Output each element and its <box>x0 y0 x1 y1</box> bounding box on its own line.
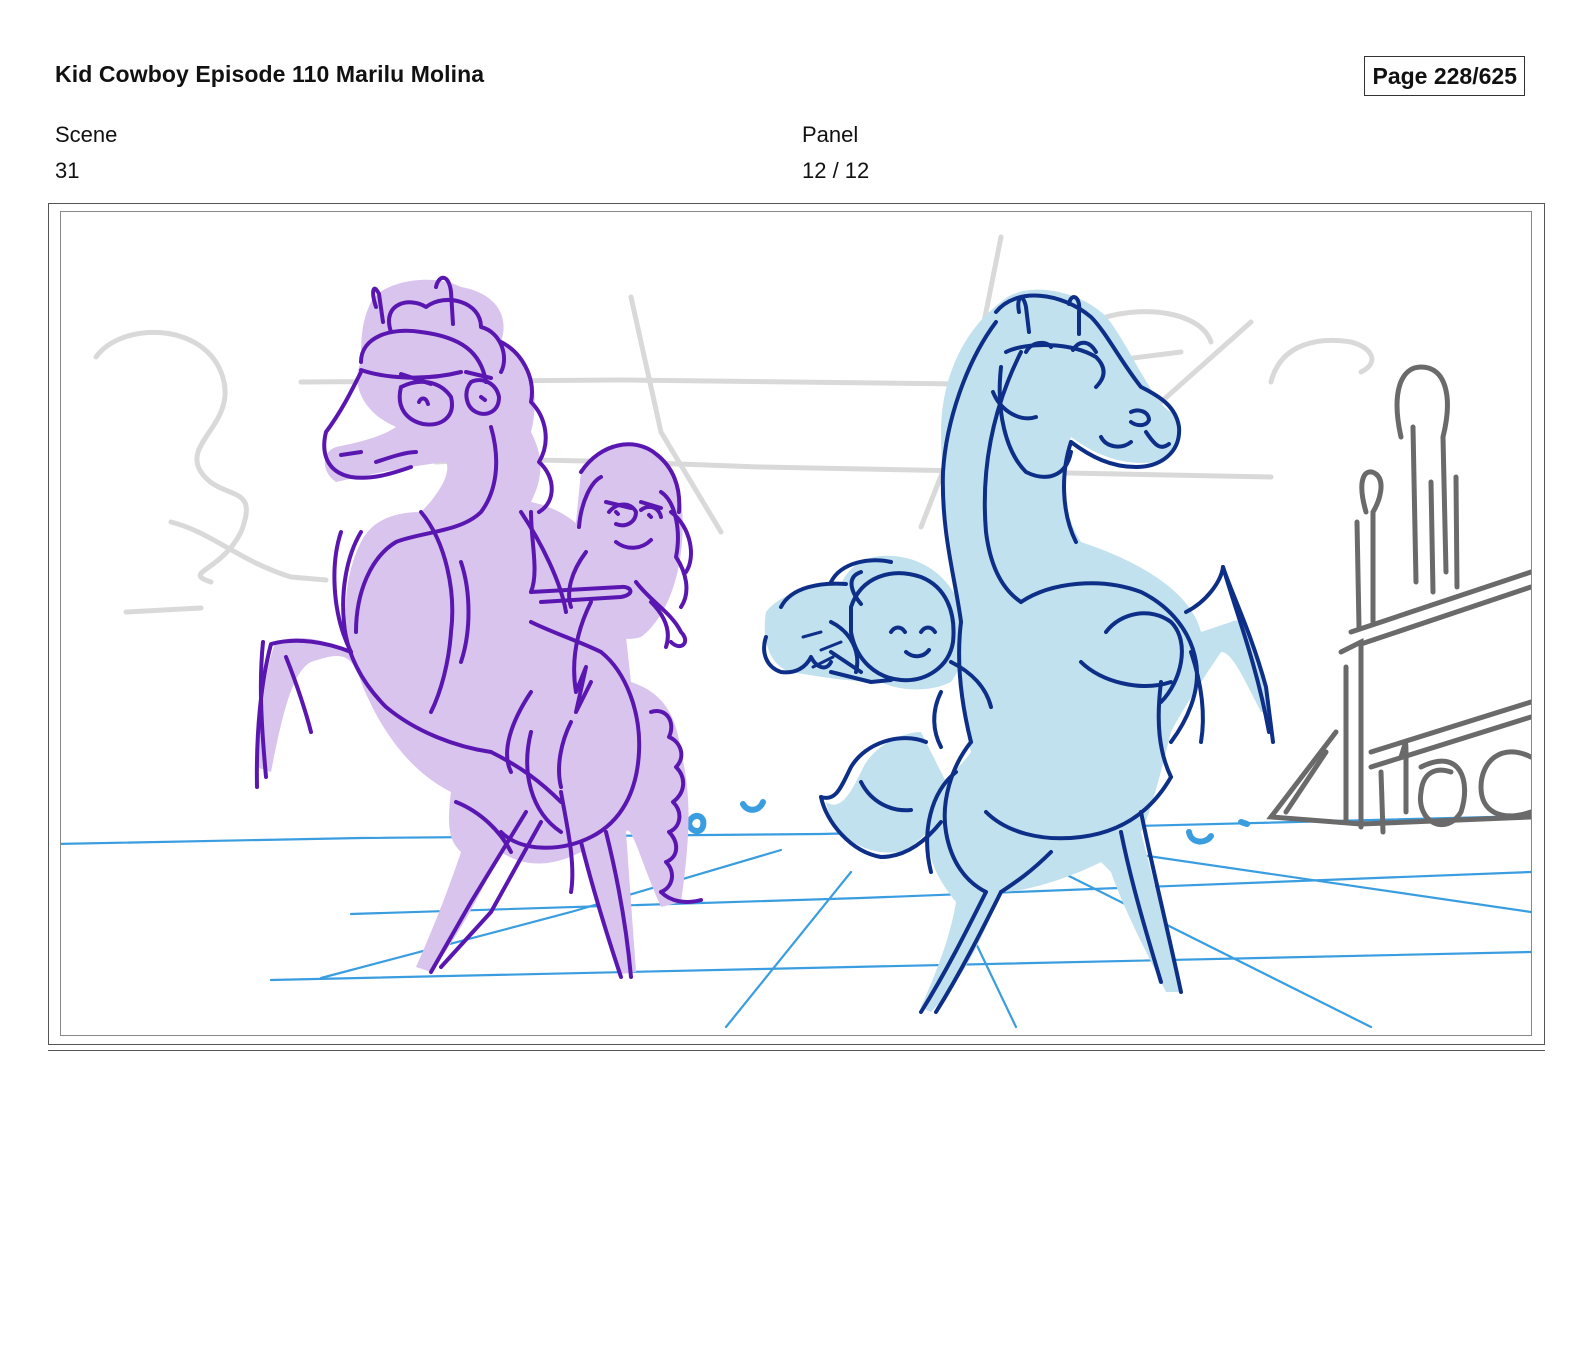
page-number-box: Page 228/625 <box>1364 56 1525 96</box>
document-title: Kid Cowboy Episode 110 Marilu Molina <box>55 61 485 87</box>
page-divider <box>48 1050 1545 1051</box>
storyboard-sketch <box>61 234 1531 1029</box>
panel-label: Panel <box>802 122 859 147</box>
panel-value: 12 / 12 <box>802 158 870 183</box>
blue-horse-drawing <box>762 289 1275 1014</box>
floor-grid <box>61 814 1531 1029</box>
storyboard-panel <box>60 211 1532 1036</box>
background-prop-sketch <box>1266 364 1531 835</box>
scene-value: 31 <box>55 158 80 183</box>
scene-label: Scene <box>55 122 118 147</box>
